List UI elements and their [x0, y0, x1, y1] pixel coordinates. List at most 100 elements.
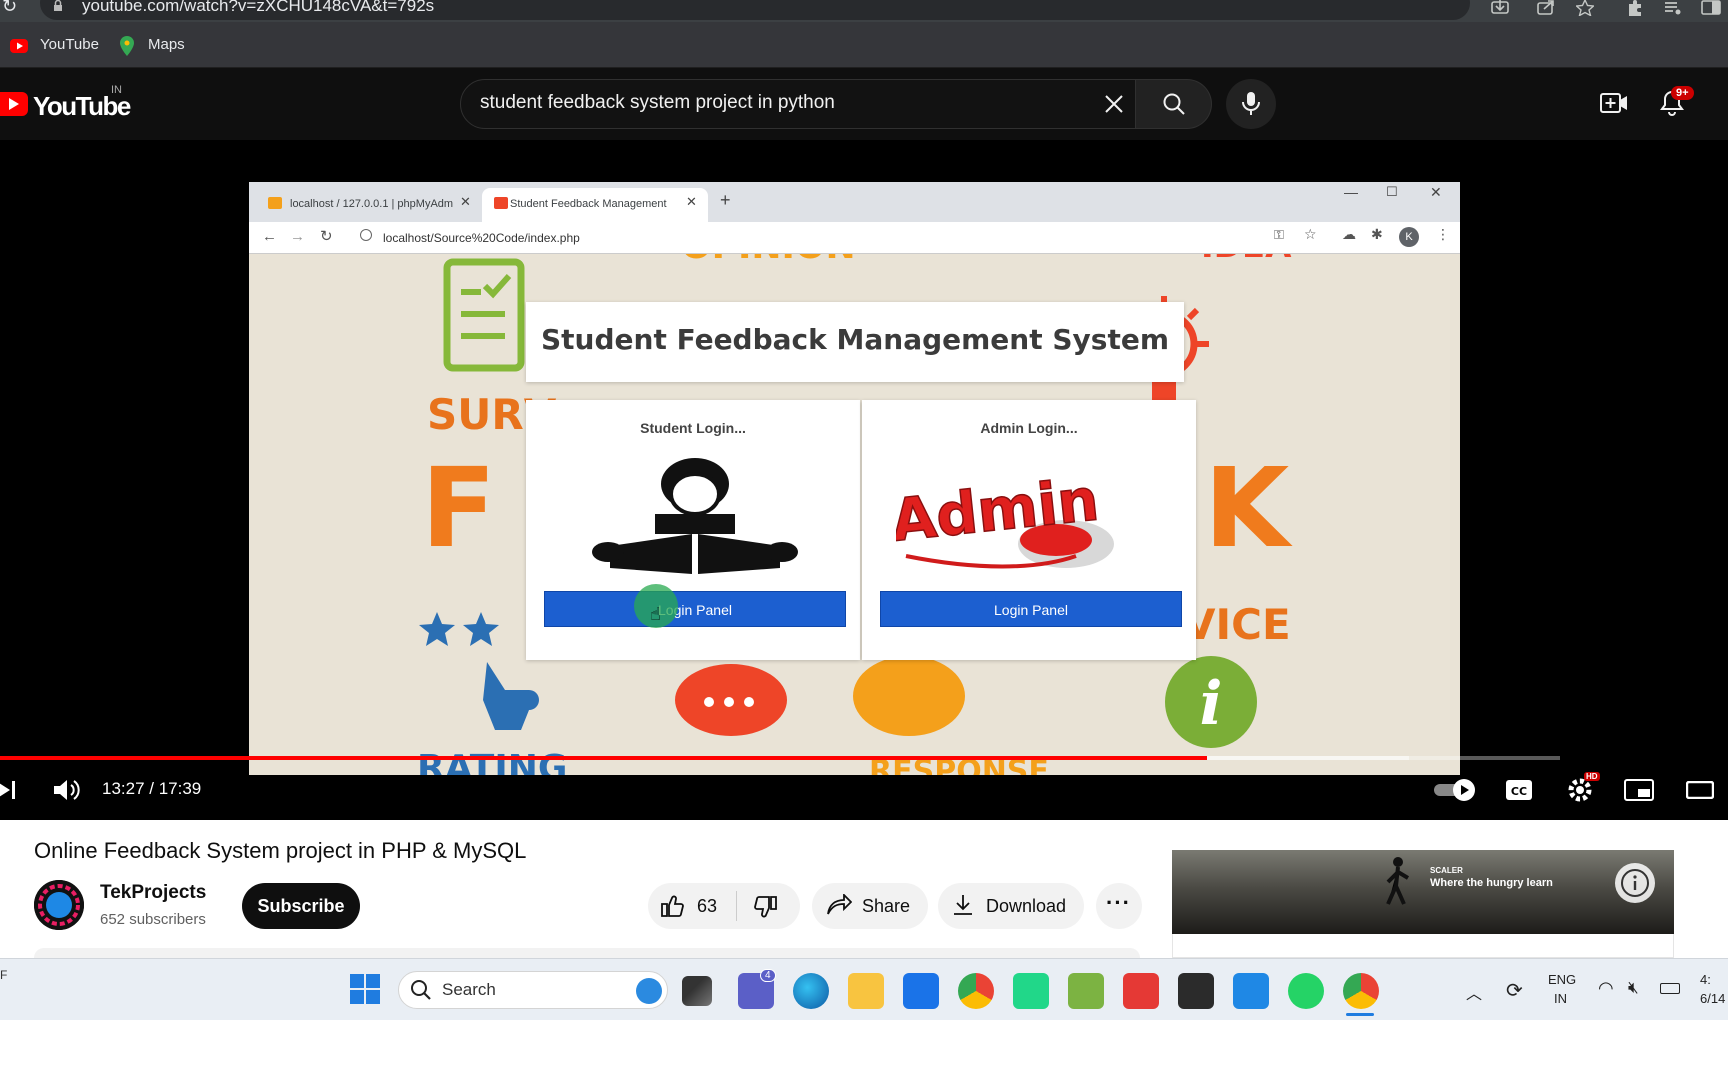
inner-star-icon: ☆ — [1304, 226, 1317, 242]
sync-icon[interactable]: ⟳ — [1506, 978, 1523, 1003]
teams-badge: 4 — [760, 969, 776, 982]
python-idle-icon[interactable] — [1068, 973, 1104, 1009]
dislike-icon[interactable] — [752, 895, 778, 919]
chat-bubble-icon — [675, 664, 787, 736]
like-icon[interactable] — [660, 894, 686, 918]
info-circle-icon: i — [1165, 656, 1257, 748]
language-line1[interactable]: ENG — [1548, 972, 1576, 987]
youtube-logo[interactable]: YouTube — [0, 91, 131, 121]
more-icon: ··· — [1106, 890, 1131, 915]
next-video-icon[interactable] — [0, 780, 20, 800]
survey-clipboard-icon — [443, 258, 525, 372]
inner-reload-icon: ↻ — [320, 228, 333, 245]
bookmark-maps[interactable]: Maps — [148, 36, 185, 53]
language-line2[interactable]: IN — [1554, 991, 1567, 1006]
feedback-favicon-icon — [494, 197, 508, 209]
snipping-app-icon[interactable] — [1123, 973, 1159, 1009]
bing-chat-icon[interactable] — [636, 978, 662, 1004]
install-icon[interactable] — [1490, 0, 1510, 16]
file-explorer-icon[interactable] — [848, 973, 884, 1009]
inner-key-icon: ⚿ — [1274, 227, 1284, 242]
start-menu-icon[interactable] — [350, 974, 380, 1004]
channel-avatar[interactable] — [34, 880, 84, 930]
captions-icon[interactable]: CC — [1505, 779, 1533, 801]
inner-new-tab-icon: + — [720, 190, 731, 210]
region-code: IN — [111, 84, 122, 96]
volume-muted-icon[interactable]: 🔇︎ — [1628, 978, 1639, 998]
clock-time[interactable]: 4: — [1700, 972, 1711, 987]
side-panel-icon[interactable] — [1700, 0, 1722, 16]
active-app-indicator — [1346, 1013, 1374, 1016]
bg-word-vice: VICE — [1183, 600, 1291, 649]
inner-back-icon: ← — [262, 228, 277, 245]
channel-name[interactable]: TekProjects — [100, 882, 206, 904]
volume-icon[interactable] — [52, 777, 80, 803]
hiker-figure-icon — [1386, 857, 1410, 905]
media-control-icon[interactable] — [1664, 0, 1682, 16]
description-box[interactable] — [34, 948, 1140, 958]
clear-search-icon[interactable] — [1104, 94, 1124, 114]
wifi-icon[interactable]: ◠ — [1598, 978, 1614, 999]
vscode-icon[interactable] — [1233, 973, 1269, 1009]
microphone-icon — [1242, 92, 1260, 115]
bookmark-star-icon[interactable] — [1576, 0, 1594, 16]
edge-browser-icon[interactable] — [793, 973, 829, 1009]
notification-badge: 9+ — [1671, 86, 1694, 100]
taskbar-search-icon — [411, 980, 431, 1000]
autoplay-toggle-icon[interactable] — [1432, 778, 1478, 802]
svg-text:i: i — [1200, 669, 1223, 739]
share-page-icon[interactable] — [1536, 0, 1556, 16]
reload-icon[interactable]: ↻ — [2, 0, 17, 17]
taskbar-search-label: Search — [442, 980, 496, 999]
svg-text:CC: CC — [1511, 785, 1527, 798]
inner-info-icon — [360, 229, 372, 241]
mail-icon[interactable] — [903, 973, 939, 1009]
inner-tab-label: Student Feedback Management — [510, 198, 667, 210]
sponsored-ad[interactable]: SCALER Where the hungry learn — [1172, 850, 1674, 934]
inner-tab-close-icon: ✕ — [686, 194, 697, 209]
inner-menu-icon: ⋮ — [1436, 226, 1450, 242]
subscriber-count: 652 subscribers — [100, 911, 206, 928]
youtube-logo-icon — [0, 92, 28, 116]
clock-date[interactable]: 6/14 — [1700, 991, 1725, 1006]
inner-url-text: localhost/Source%20Code/index.php — [383, 231, 580, 245]
progress-played[interactable] — [0, 756, 1207, 760]
inner-tab-phpmyadmin: localhost / 127.0.0.1 | phpMyAdm — [262, 188, 476, 222]
like-count[interactable]: 63 — [697, 896, 717, 917]
taskbar-search-box[interactable] — [398, 971, 668, 1009]
bg-word-rating: RATING — [417, 748, 568, 775]
create-video-icon[interactable] — [1600, 92, 1628, 114]
hd-badge: HD — [1584, 772, 1600, 781]
terminal-icon[interactable] — [1178, 973, 1214, 1009]
pycharm-icon[interactable] — [1013, 973, 1049, 1009]
subscribe-button[interactable]: Subscribe — [242, 883, 360, 929]
chrome-icon[interactable] — [958, 973, 994, 1009]
extensions-icon[interactable] — [1626, 0, 1644, 16]
ad-info-icon[interactable] — [1614, 862, 1656, 904]
taskbar-edge-mark: F — [0, 968, 8, 982]
response-arrows-icon — [853, 656, 965, 736]
chrome-profile-icon[interactable] — [1343, 973, 1379, 1009]
inner-extensions-icon: ✱ — [1371, 226, 1383, 242]
task-view-icon[interactable] — [682, 976, 712, 1006]
theater-mode-icon[interactable] — [1686, 781, 1714, 799]
bookmarks-bar — [0, 22, 1728, 68]
like-divider — [736, 891, 737, 921]
rating-stars-icon — [419, 612, 499, 646]
battery-icon[interactable] — [1660, 983, 1680, 994]
inner-forward-icon: → — [290, 228, 305, 245]
video-title: Online Feedback System project in PHP & … — [34, 838, 527, 863]
whatsapp-icon[interactable] — [1288, 973, 1324, 1009]
phpmyadmin-favicon-icon — [268, 197, 282, 209]
ad-footer — [1172, 934, 1674, 958]
inner-minimize-icon: — — [1344, 184, 1358, 200]
miniplayer-icon[interactable] — [1624, 779, 1654, 801]
inner-cloud-icon: ☁ — [1342, 226, 1356, 242]
bookmark-youtube[interactable]: YouTube — [40, 36, 99, 53]
channel-avatar-icon — [34, 880, 84, 930]
search-icon — [1163, 93, 1185, 115]
search-input[interactable]: student feedback system project in pytho… — [480, 92, 835, 114]
lock-icon — [54, 0, 62, 11]
tray-overflow-icon[interactable]: ︿ — [1466, 980, 1482, 1004]
admin-login-label: Admin Login... — [980, 420, 1078, 436]
